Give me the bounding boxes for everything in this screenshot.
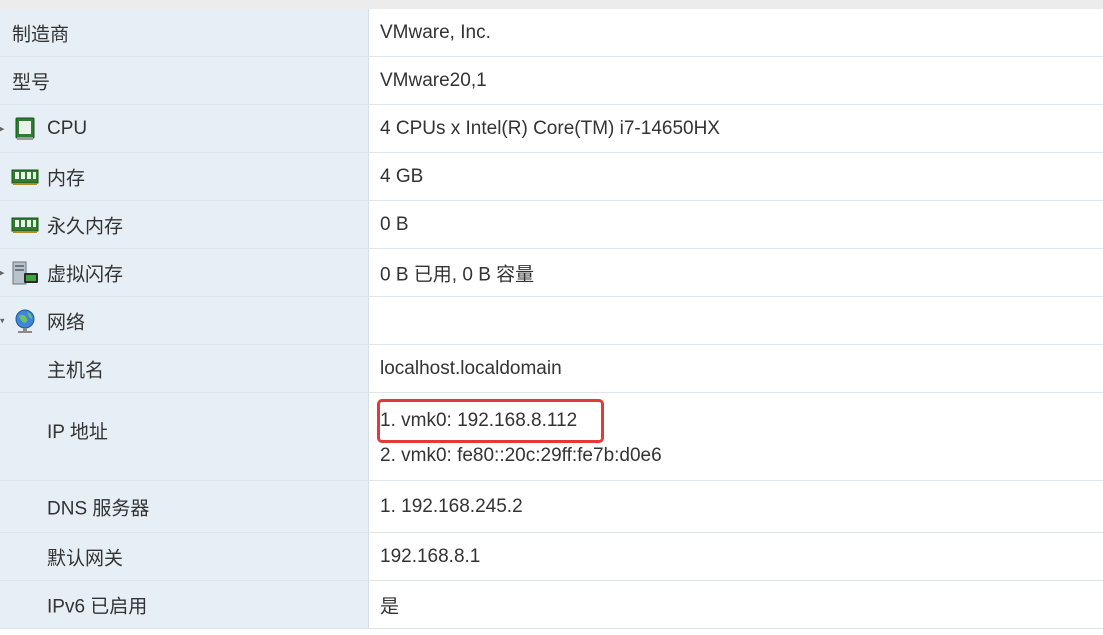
row-label: 虚拟闪存 — [47, 264, 124, 285]
label-cell: 制造商 — [0, 9, 369, 56]
expand-icon[interactable]: ▸ — [0, 123, 5, 134]
value-cell: 0 B — [369, 201, 1103, 248]
row-label: 内存 — [47, 168, 86, 189]
cpu-icon — [15, 117, 35, 140]
row-value: 4 GB — [380, 165, 424, 187]
label-cell: DNS 服务器 — [0, 481, 369, 532]
value-cell: localhost.localdomain — [369, 345, 1103, 392]
row-label: CPU — [47, 117, 88, 139]
row-value: 4 CPUs x Intel(R) Core(TM) i7-14650HX — [380, 117, 720, 139]
row-value: 是 — [380, 596, 400, 617]
row-value: 0 B — [380, 213, 409, 235]
label-cell: ▸ CPU — [0, 105, 369, 152]
row-value: 192.168.8.1 — [380, 545, 481, 567]
row-value: localhost.localdomain — [380, 357, 562, 379]
row-manufacturer: 制造商 VMware, Inc. — [0, 9, 1103, 57]
memory-icon — [11, 169, 39, 185]
row-cpu[interactable]: ▸ CPU 4 CPUs x Intel(R) Core(TM) i7-1465… — [0, 105, 1103, 153]
row-model: 型号 VMware20,1 — [0, 57, 1103, 105]
label-cell: ▾ 网络 — [0, 297, 369, 344]
label-cell: 型号 — [0, 57, 369, 104]
persistent-memory-icon — [11, 217, 39, 233]
row-default-gateway: 默认网关 192.168.8.1 — [0, 533, 1103, 581]
value-cell — [369, 297, 1103, 344]
label-cell: IPv6 已启用 — [0, 581, 369, 628]
row-value: VMware20,1 — [380, 69, 487, 91]
label-cell: 内存 — [0, 153, 369, 200]
ip-address-line: 1. vmk0: 192.168.8.112 — [380, 410, 578, 431]
row-network[interactable]: ▾ 网络 — [0, 297, 1103, 345]
row-dns-servers: DNS 服务器 1. 192.168.245.2 — [0, 481, 1103, 533]
value-cell: VMware, Inc. — [369, 9, 1103, 56]
value-cell: 是 — [369, 581, 1103, 628]
row-virtual-flash[interactable]: ▸ 虚拟闪存 0 B 已用, 0 B 容量 — [0, 249, 1103, 297]
value-cell: VMware20,1 — [369, 57, 1103, 104]
row-label: DNS 服务器 — [47, 498, 150, 519]
row-value: 0 B 已用, 0 B 容量 — [380, 264, 535, 285]
row-value: VMware, Inc. — [380, 21, 491, 43]
row-value: 1. 192.168.245.2 — [380, 495, 523, 517]
network-globe-icon — [15, 309, 35, 333]
label-cell: IP 地址 — [0, 393, 369, 480]
expand-icon[interactable]: ▸ — [0, 267, 5, 278]
row-label: 主机名 — [47, 360, 105, 381]
row-label: 永久内存 — [47, 216, 124, 237]
hardware-info-table: 制造商 VMware, Inc. 型号 VMware20,1 ▸ CPU 4 C… — [0, 9, 1103, 629]
row-memory: 内存 4 GB — [0, 153, 1103, 201]
label-cell: 默认网关 — [0, 533, 369, 580]
value-cell: 1. vmk0: 192.168.8.112 2. vmk0: fe80::20… — [369, 393, 1103, 480]
value-cell: 192.168.8.1 — [369, 533, 1103, 580]
row-label: 型号 — [12, 72, 51, 93]
value-cell: 0 B 已用, 0 B 容量 — [369, 249, 1103, 296]
row-persistent-memory: 永久内存 0 B — [0, 201, 1103, 249]
label-cell: 永久内存 — [0, 201, 369, 248]
row-label: IP 地址 — [47, 422, 108, 443]
row-label: IPv6 已启用 — [47, 596, 148, 617]
label-cell: ▸ 虚拟闪存 — [0, 249, 369, 296]
row-label: 网络 — [47, 312, 86, 333]
row-label: 制造商 — [12, 24, 70, 45]
row-hostname: 主机名 localhost.localdomain — [0, 345, 1103, 393]
value-cell: 4 GB — [369, 153, 1103, 200]
value-cell: 4 CPUs x Intel(R) Core(TM) i7-14650HX — [369, 105, 1103, 152]
row-label: 默认网关 — [47, 548, 124, 569]
row-ipv6-enabled: IPv6 已启用 是 — [0, 581, 1103, 629]
row-ip-address: IP 地址 1. vmk0: 192.168.8.112 2. vmk0: fe… — [0, 393, 1103, 481]
collapse-icon[interactable]: ▾ — [0, 315, 5, 326]
ip-address-line: 2. vmk0: fe80::20c:29ff:fe7b:d0e6 — [380, 445, 662, 466]
label-cell: 主机名 — [0, 345, 369, 392]
virtual-flash-icon — [12, 261, 38, 284]
value-cell: 1. 192.168.245.2 — [369, 481, 1103, 532]
